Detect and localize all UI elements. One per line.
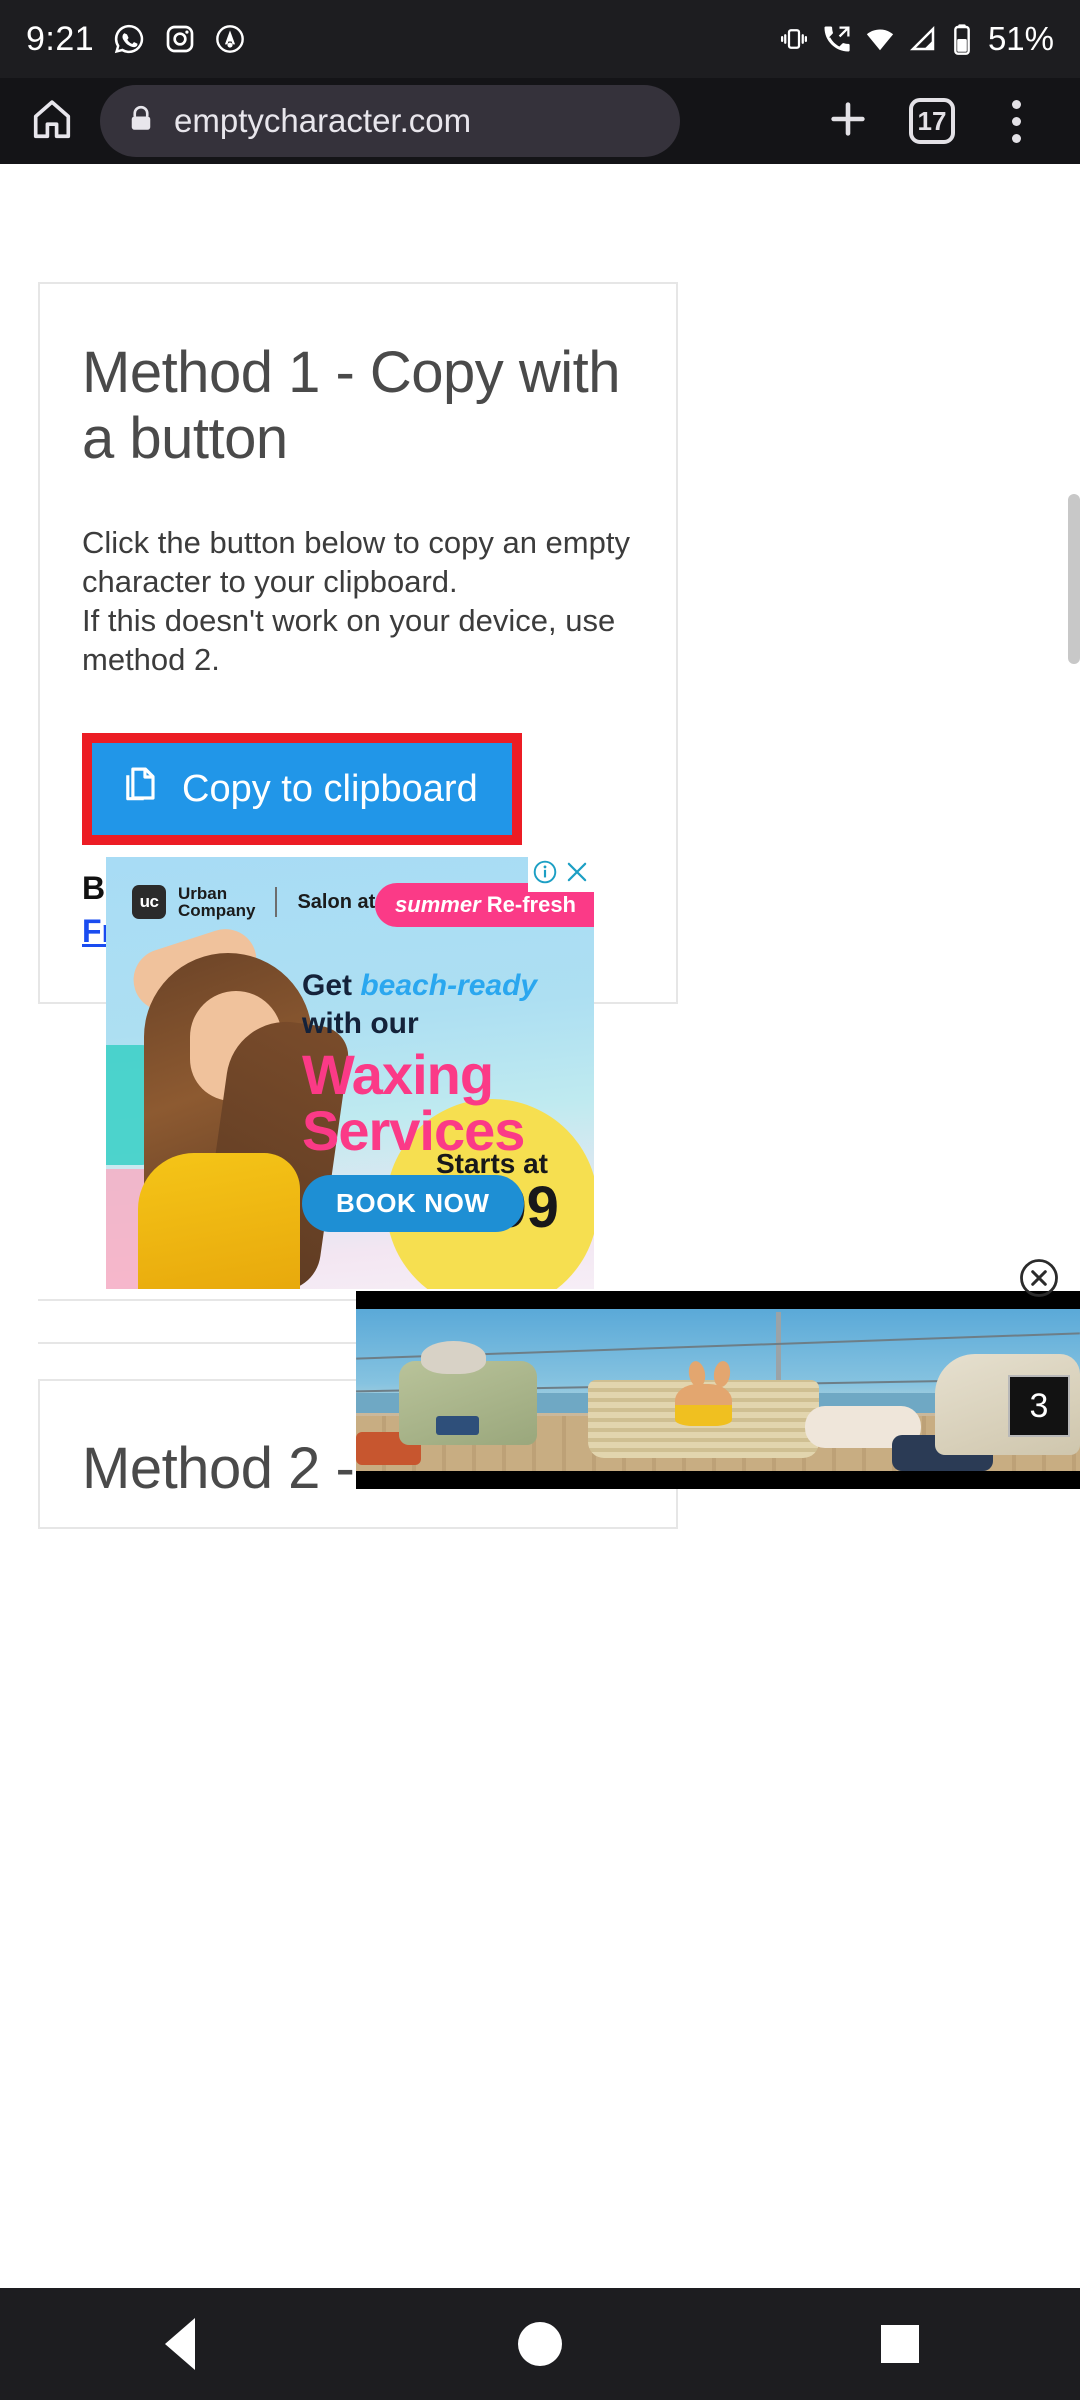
picture-in-picture-player[interactable]: 3	[356, 1291, 1080, 1489]
ad-book-now-button[interactable]: BOOK NOW	[302, 1175, 524, 1232]
lock-icon	[126, 104, 156, 139]
method1-heading: Method 1 - Copy with a button	[82, 340, 621, 471]
home-button[interactable]	[22, 96, 82, 147]
ad-choices-controls	[528, 857, 594, 892]
ad-banner[interactable]: uc Urban Company Salon at Home summer Re…	[106, 857, 594, 1289]
pip-countdown-badge: 3	[1008, 1375, 1070, 1437]
battery-icon	[951, 23, 973, 55]
pip-close-button[interactable]	[1018, 1257, 1060, 1299]
page-scrollbar[interactable]	[1068, 494, 1080, 664]
new-tab-button[interactable]	[806, 78, 890, 164]
ad-headline-line4: Services	[302, 1099, 525, 1162]
pip-video-frame	[356, 1309, 1080, 1471]
ad-headline-line2: with our	[302, 1007, 419, 1040]
nav-back-button[interactable]	[120, 2288, 240, 2400]
browser-menu-button[interactable]	[974, 78, 1058, 164]
pip-letterbox-top	[356, 1291, 1080, 1309]
ad-badge-italic: summer	[395, 892, 481, 917]
back-triangle-icon	[165, 2318, 195, 2370]
method1-paragraph: Click the button below to copy an empty …	[82, 523, 634, 679]
ad-brand-name-line2: Company	[178, 901, 256, 921]
url-bar[interactable]: emptycharacter.com	[100, 85, 680, 157]
toolbar-actions: 17	[806, 78, 1058, 164]
info-icon[interactable]	[532, 859, 558, 890]
copy-button-label: Copy to clipboard	[182, 767, 478, 810]
ad-badge-bold: Re-fresh	[480, 892, 576, 917]
home-circle-icon	[518, 2322, 562, 2366]
ad-headline-plain: Get	[302, 969, 361, 1002]
home-icon	[29, 96, 75, 147]
urban-company-logo: uc	[132, 885, 166, 920]
plus-icon	[825, 96, 871, 147]
copy-icon	[118, 763, 160, 815]
android-nav-bar	[0, 2288, 1080, 2400]
ad-headline: Get beach-ready with our Waxing Services	[302, 969, 537, 1159]
ad-brand-name: Urban Company	[178, 885, 255, 920]
copy-to-clipboard-button[interactable]: Copy to clipboard	[92, 743, 512, 836]
instagram-icon	[164, 23, 196, 55]
vibrate-icon	[779, 24, 809, 54]
method1-paragraph-line2: If this doesn't work on your device, use…	[82, 603, 616, 678]
status-bar-left: 9:21	[26, 20, 246, 59]
battery-percent-label: 51%	[987, 20, 1054, 57]
whatsapp-icon	[112, 22, 146, 56]
status-bar-right: 51%	[779, 20, 1054, 58]
web-page-content: Method 1 - Copy with a button Click the …	[0, 164, 1080, 2400]
signal-icon	[908, 24, 938, 54]
nav-home-button[interactable]	[480, 2288, 600, 2400]
copy-button-highlight: Copy to clipboard	[82, 733, 522, 846]
browser-toolbar: emptycharacter.com 17	[0, 78, 1080, 164]
close-icon[interactable]	[564, 859, 590, 890]
ad-brand-name-line1: Urban	[178, 884, 228, 903]
app-a-icon	[214, 23, 246, 55]
url-text: emptycharacter.com	[174, 102, 472, 139]
tab-switcher-button[interactable]: 17	[890, 78, 974, 164]
nav-recents-button[interactable]	[840, 2288, 960, 2400]
ad-headline-line3: Waxing	[302, 1043, 494, 1106]
missed-call-icon	[822, 24, 852, 54]
pip-letterbox-bottom	[356, 1471, 1080, 1489]
tab-count-badge: 17	[909, 98, 955, 144]
recents-square-icon	[881, 2325, 919, 2363]
method1-paragraph-line1: Click the button below to copy an empty …	[82, 525, 630, 600]
status-clock: 9:21	[26, 19, 95, 58]
wifi-icon	[865, 24, 895, 54]
ad-headline-line1: Get beach-ready	[302, 969, 537, 1003]
close-circle-icon	[1018, 1259, 1060, 1303]
status-bar: 9:21 51%	[0, 0, 1080, 78]
kebab-menu-icon	[1011, 99, 1021, 143]
phone-screen: 9:21 51% emptycharacter.com 17 Method 1 …	[0, 0, 1080, 2400]
ad-headline-script: beach-ready	[360, 969, 538, 1002]
ad-brand-divider	[275, 887, 278, 918]
